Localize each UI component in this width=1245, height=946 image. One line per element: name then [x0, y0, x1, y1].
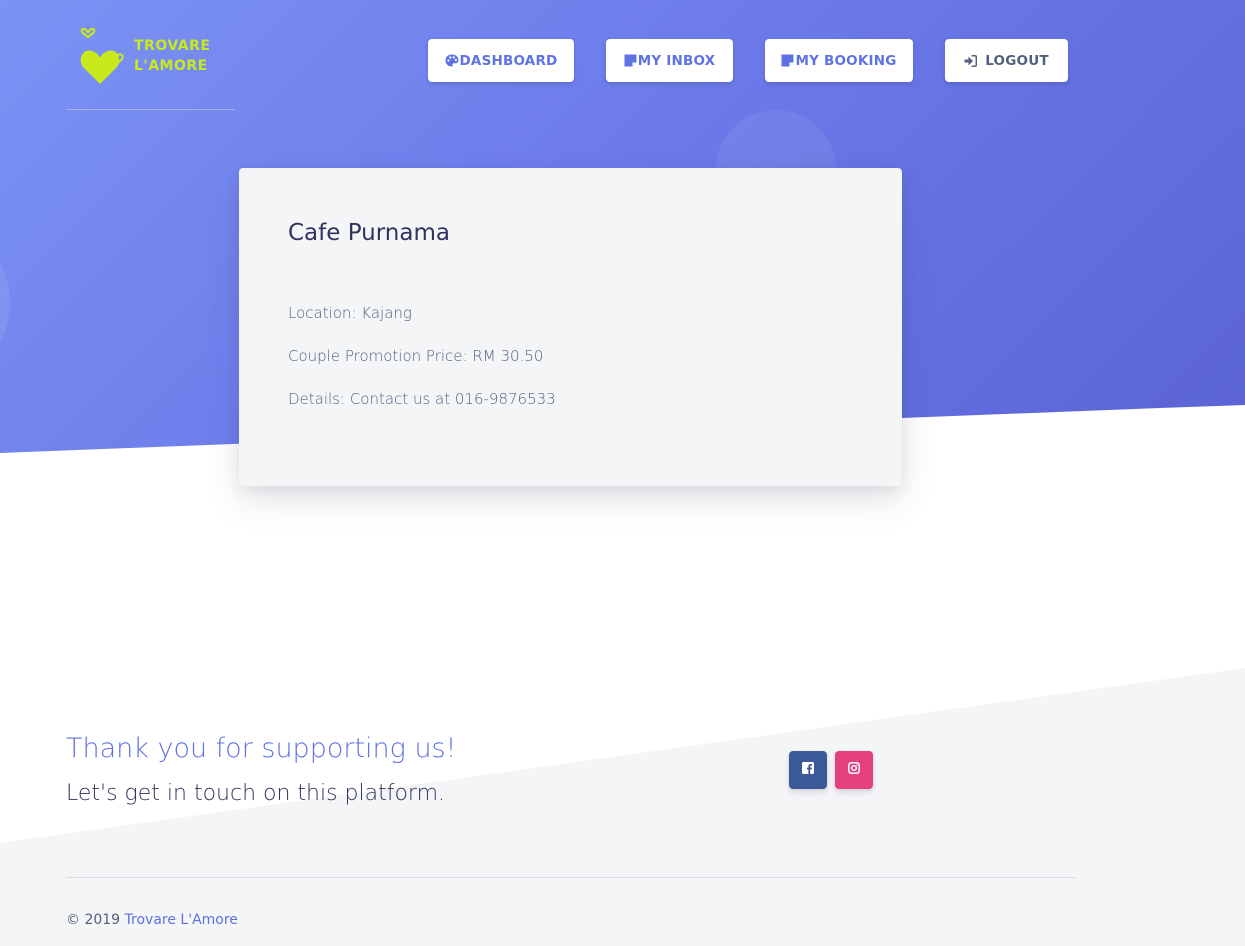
heart-logo-icon: [80, 27, 124, 84]
note-icon: [624, 54, 637, 67]
my-booking-button[interactable]: MY BOOKING: [765, 39, 913, 82]
footer-touch-subheading: Let's get in touch on this platform.: [66, 781, 446, 806]
copyright: © 2019 Trovare L'Amore: [66, 912, 238, 928]
venue-card: Cafe Purnama Location: Kajang Couple Pro…: [239, 168, 902, 486]
note-icon: [781, 54, 794, 67]
facebook-icon: [802, 761, 814, 779]
footer-divider: [66, 877, 1076, 878]
venue-location: Location: Kajang: [288, 304, 412, 322]
instagram-icon: [848, 761, 860, 779]
dashboard-label: DASHBOARD: [459, 52, 558, 69]
logout-label: LOGOUT: [985, 52, 1049, 69]
my-booking-label: MY BOOKING: [795, 52, 897, 69]
logout-button[interactable]: LOGOUT: [945, 39, 1068, 82]
palette-icon: [445, 54, 459, 67]
sign-in-icon: [964, 54, 978, 67]
brand-name: TROVARE L'AMORE: [134, 36, 210, 76]
venue-title: Cafe Purnama: [288, 220, 450, 246]
brand-name-line1: TROVARE: [134, 38, 211, 54]
copyright-prefix: © 2019: [66, 912, 125, 928]
logo-divider: [66, 109, 235, 110]
my-inbox-label: MY INBOX: [637, 52, 716, 69]
venue-price: Couple Promotion Price: RM 30.50: [288, 347, 544, 365]
brand-logo[interactable]: TROVARE L'AMORE: [80, 26, 210, 86]
dashboard-button[interactable]: DASHBOARD: [428, 39, 574, 82]
facebook-button[interactable]: [789, 751, 827, 789]
instagram-button[interactable]: [835, 751, 873, 789]
brand-name-line2: L'AMORE: [134, 58, 208, 74]
venue-details: Details: Contact us at 016-9876533: [288, 390, 556, 408]
footer-thanks-heading: Thank you for supporting us!: [66, 733, 457, 764]
my-inbox-button[interactable]: MY INBOX: [606, 39, 733, 82]
decorative-circle: [0, 230, 10, 375]
copyright-link[interactable]: Trovare L'Amore: [125, 912, 238, 928]
